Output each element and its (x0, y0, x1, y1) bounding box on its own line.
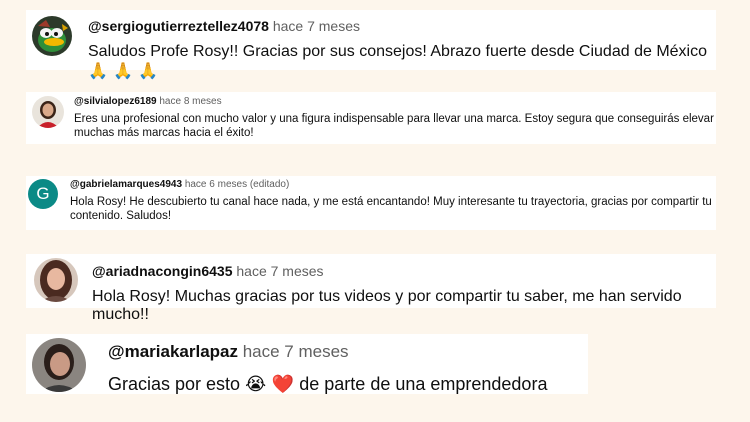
cartoon-duck-avatar-icon[interactable] (32, 16, 72, 56)
profile-photo-avatar-icon[interactable] (34, 258, 78, 302)
comment-card: @silvialopez6189 hace 8 meses Eres una p… (26, 92, 716, 144)
profile-photo-avatar-icon[interactable] (32, 338, 86, 392)
comment-timestamp[interactable]: hace 7 meses (236, 263, 323, 279)
profile-photo-avatar-icon[interactable] (32, 96, 64, 128)
comment-author[interactable]: @sergiogutierreztellez4078 (88, 18, 269, 34)
avatar-letter: G (36, 184, 50, 203)
comment-timestamp[interactable]: hace 7 meses (243, 342, 349, 361)
comment-card: G @gabrielamarques4943 hace 6 meses (edi… (26, 176, 716, 230)
comment-author[interactable]: @mariakarlapaz (108, 342, 238, 361)
comment-author[interactable]: @gabrielamarques4943 (70, 179, 182, 190)
crying-heart-emoji: 😭 ❤️ (245, 374, 295, 395)
comment-card: @mariakarlapaz hace 7 meses Gracias por … (26, 334, 588, 395)
comment-timestamp[interactable]: hace 8 meses (159, 96, 221, 107)
letter-avatar-icon[interactable]: G (28, 179, 58, 209)
comment-text: Saludos Profe Rosy!! Gracias por sus con… (88, 43, 707, 60)
comment-author[interactable]: @ariadnacongin6435 (92, 263, 232, 279)
comment-timestamp[interactable]: hace 6 meses (editado) (185, 179, 290, 190)
comment-timestamp[interactable]: hace 7 meses (273, 18, 360, 34)
comment-text: Hola Rosy! Muchas gracias por tus videos… (92, 288, 682, 323)
praying-hands-emoji: 🙏 🙏 🙏 (88, 61, 158, 80)
comment-text: Gracias por esto (108, 374, 241, 394)
comment-card: @ariadnacongin6435 hace 7 meses Hola Ros… (26, 254, 716, 323)
comment-text: Hola Rosy! He descubierto tu canal hace … (70, 196, 712, 222)
comment-text-continued: de parte de una emprendedora (299, 374, 548, 394)
comment-text: Eres una profesional con mucho valor y u… (74, 113, 714, 139)
comment-author[interactable]: @silvialopez6189 (74, 96, 157, 107)
comment-card: @sergiogutierreztellez4078 hace 7 meses … (26, 10, 716, 80)
